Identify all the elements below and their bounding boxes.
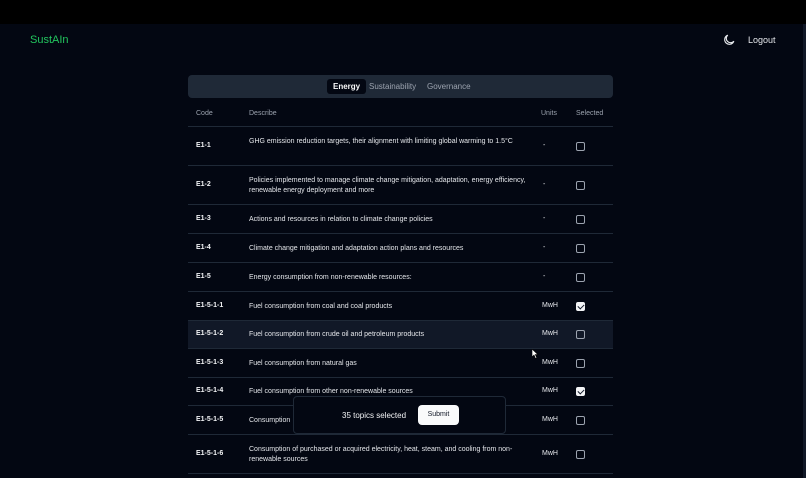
header-selected: Selected (576, 110, 604, 117)
row-checkbox[interactable] (576, 180, 585, 190)
row-description: Actions and resources in relation to cli… (249, 215, 433, 223)
table-row[interactable]: E1-3 Actions and resources in relation to… (188, 205, 613, 234)
row-units: MwH (542, 301, 558, 309)
row-description: Climate change mitigation and adaptation… (249, 244, 464, 252)
category-tabs: Energy Sustainability Governance (188, 75, 613, 98)
row-checkbox[interactable] (576, 415, 585, 425)
row-code: E1-2 (196, 180, 211, 188)
row-code: E1-5-1-5 (196, 415, 224, 423)
tab-sustainability[interactable]: Sustainability (363, 79, 422, 94)
row-units: - (543, 243, 546, 251)
row-description: Fuel consumption from coal and coal prod… (249, 302, 393, 310)
row-code: E1-5-1-3 (196, 358, 224, 366)
selection-popup: 35 topics selected Submit (293, 396, 506, 434)
row-description: Fuel consumption from crude oil and petr… (249, 331, 425, 338)
tab-governance[interactable]: Governance (421, 79, 477, 94)
table-row[interactable]: E1-5-1-2 Fuel consumption from crude oil … (188, 321, 613, 349)
row-description: Fuel consumption from natural gas (249, 359, 357, 367)
row-description: Policies implemented to manage climate c… (249, 176, 526, 194)
brand-logo[interactable]: SustAIn (30, 34, 69, 46)
row-checkbox[interactable] (576, 330, 585, 339)
row-code: E1-3 (196, 214, 211, 222)
row-units: MwH (542, 415, 558, 423)
table-row[interactable]: E1-1 GHG emission reduction targets, thei… (188, 127, 613, 166)
table-row[interactable]: E1-5 Energy consumption from non-renewabl… (188, 263, 613, 292)
table-row[interactable]: E1-4 Climate change mitigation and adapta… (188, 234, 613, 263)
row-description: Consumption of purchased or acquired ele… (249, 445, 513, 463)
row-units: MwH (542, 387, 558, 394)
window-top-strip (0, 0, 806, 24)
row-code: E1-5-1-6 (196, 449, 224, 457)
moon-icon[interactable] (722, 33, 736, 47)
row-code: E1-5 (196, 272, 211, 280)
table-row[interactable]: E1-5-1-1 Fuel consumption from coal and c… (188, 292, 613, 321)
row-description: GHG emission reduction targets, their al… (249, 137, 513, 145)
row-code: E1-5-1-1 (196, 301, 224, 309)
row-units: MwH (542, 358, 558, 366)
row-checkbox[interactable] (576, 272, 585, 282)
table-row[interactable]: E1-5-1-3 Fuel consumption from natural ga… (188, 349, 613, 378)
header-code: Code (196, 110, 213, 117)
table-header: Code Describe Units Selected (188, 100, 613, 127)
mouse-cursor-icon (532, 349, 539, 359)
row-checkbox[interactable] (576, 214, 585, 224)
header-describe: Describe (249, 110, 277, 117)
row-checkbox[interactable] (576, 301, 585, 311)
row-units: - (543, 214, 546, 222)
table-row[interactable]: E1-5-1-6 Consumption of purchased or acqu… (188, 435, 613, 474)
row-description: Energy consumption from non-renewable re… (249, 273, 412, 281)
row-units: - (543, 272, 546, 280)
selected-count: 35 topics selected (342, 411, 407, 420)
row-code: E1-5-1-4 (196, 387, 224, 394)
logout-button[interactable]: Logout (748, 35, 776, 45)
row-units: MwH (542, 330, 558, 337)
row-checkbox[interactable] (576, 243, 585, 253)
row-units: MwH (542, 449, 558, 457)
navbar: SustAIn Logout (0, 24, 806, 56)
row-checkbox[interactable] (576, 387, 585, 396)
row-checkbox[interactable] (576, 449, 585, 459)
row-checkbox[interactable] (576, 358, 585, 368)
row-checkbox[interactable] (576, 141, 585, 151)
row-code: E1-5-1-2 (196, 330, 224, 337)
row-code: E1-1 (196, 141, 211, 149)
submit-button[interactable]: Submit (418, 405, 459, 425)
tab-energy[interactable]: Energy (327, 79, 367, 94)
header-units: Units (541, 110, 557, 117)
table-row[interactable]: E1-2 Policies implemented to manage clima… (188, 166, 613, 205)
row-units: - (543, 141, 546, 149)
row-units: - (543, 180, 546, 188)
row-code: E1-4 (196, 243, 211, 251)
